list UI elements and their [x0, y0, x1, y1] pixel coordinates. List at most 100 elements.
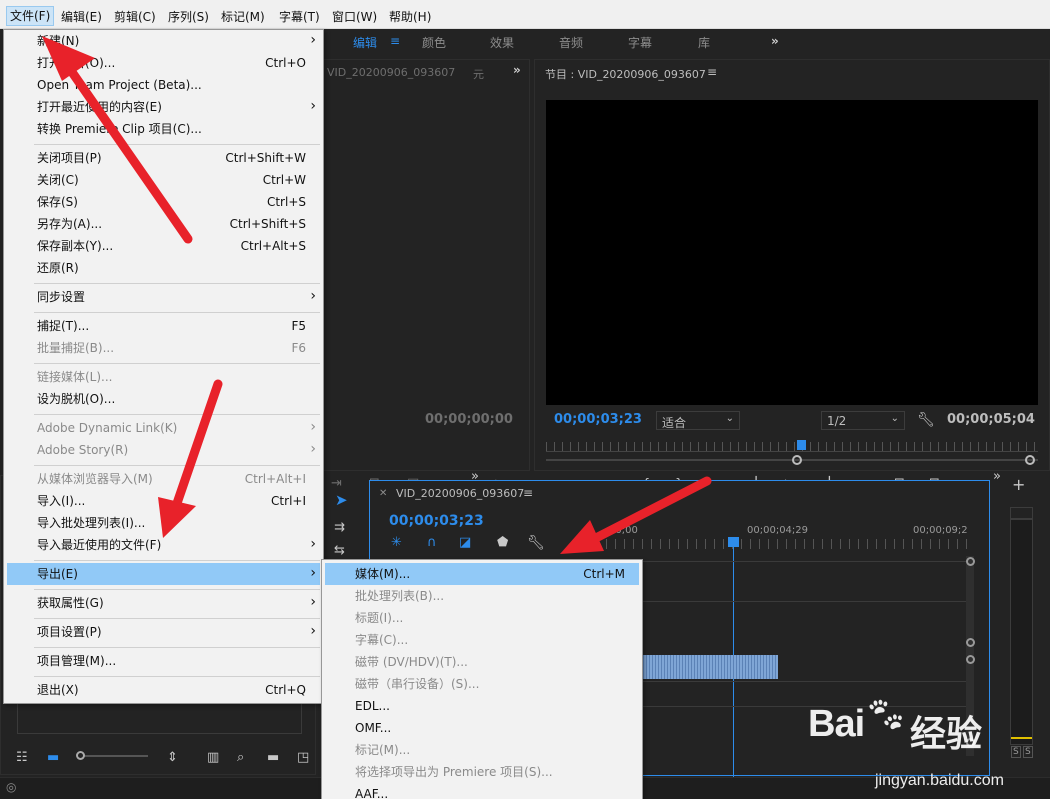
timeline-playhead[interactable]: [728, 537, 739, 547]
export-batch-list[interactable]: 批处理列表(B)...: [325, 585, 639, 607]
scroll-handle-top[interactable]: [966, 557, 975, 566]
program-add-button-icon[interactable]: +: [1012, 477, 1025, 493]
file-menu-make-offline[interactable]: 设为脱机(O)...: [7, 388, 320, 410]
file-menu-sync-settings[interactable]: 同步设置 ›: [7, 286, 320, 308]
timeline-timecode[interactable]: 00;00;03;23: [389, 513, 484, 529]
program-duration-timecode: 00;00;05;04: [947, 412, 1035, 427]
chevron-right-icon: ›: [310, 594, 316, 610]
file-menu-project-settings[interactable]: 项目设置(P) ›: [7, 621, 320, 643]
audio-clip[interactable]: [640, 655, 778, 679]
program-playhead[interactable]: [797, 440, 806, 450]
menu-window[interactable]: 窗口(W): [332, 8, 377, 25]
file-menu-save[interactable]: 保存(S) Ctrl+S: [7, 191, 320, 213]
file-menu-adobe-story[interactable]: Adobe Story(R) ›: [7, 439, 320, 461]
zoom-handle-right[interactable]: [1025, 455, 1035, 465]
timeline-ruler[interactable]: [606, 539, 968, 549]
export-captions[interactable]: 字幕(C)...: [325, 629, 639, 651]
timeline-settings-icon[interactable]: 🔧︎: [527, 536, 545, 550]
fit-dropdown[interactable]: 适合 ⌄: [656, 411, 740, 430]
file-menu-exit[interactable]: 退出(X) Ctrl+Q: [7, 679, 320, 701]
scroll-handle-bottom[interactable]: [966, 638, 975, 647]
linked-selection-icon[interactable]: ◪: [459, 536, 471, 550]
tab-captions[interactable]: 字幕: [628, 34, 652, 51]
program-playhead-timecode[interactable]: 00;00;03;23: [554, 412, 642, 427]
audio-scroll-handle-top[interactable]: [966, 655, 975, 664]
workspace-menu-icon[interactable]: ≡: [390, 34, 400, 48]
solo-right-button[interactable]: S: [1023, 746, 1033, 758]
track-select-icon[interactable]: ⇉: [334, 521, 345, 535]
solo-left-button[interactable]: S: [1011, 746, 1021, 758]
menu-edit[interactable]: 编辑(E): [61, 8, 102, 25]
export-media[interactable]: 媒体(M)... Ctrl+M: [325, 563, 639, 585]
file-menu-import-from-browser[interactable]: 从媒体浏览器导入(M) Ctrl+Alt+I: [7, 468, 320, 490]
menu-file[interactable]: 文件(F): [6, 6, 55, 26]
close-icon[interactable]: ✕: [379, 488, 387, 499]
list-view-icon[interactable]: ☷: [16, 751, 28, 765]
file-menu-batch-capture[interactable]: 批量捕捉(B)... F6: [7, 337, 320, 359]
menu-sequence[interactable]: 序列(S): [168, 8, 209, 25]
tab-color[interactable]: 颜色: [422, 34, 446, 51]
file-menu-dynamic-link[interactable]: Adobe Dynamic Link(K) ›: [7, 417, 320, 439]
file-menu-get-properties[interactable]: 获取属性(G) ›: [7, 592, 320, 614]
file-menu-import-recent[interactable]: 导入最近使用的文件(F) ›: [7, 534, 320, 556]
export-selection-premiere[interactable]: 将选择项导出为 Premiere 项目(S)...: [325, 761, 639, 783]
icon-view-icon[interactable]: ▬: [47, 751, 59, 765]
menu-clip[interactable]: 剪辑(C): [114, 8, 156, 25]
export-edl[interactable]: EDL...: [325, 695, 639, 717]
automate-icon[interactable]: ▥: [207, 751, 219, 765]
timeline-menu-icon[interactable]: ≡: [523, 486, 533, 500]
file-menu-import[interactable]: 导入(I)... Ctrl+I: [7, 490, 320, 512]
menu-marker[interactable]: 标记(M): [221, 8, 265, 25]
export-title[interactable]: 标题(I)...: [325, 607, 639, 629]
wrench-icon[interactable]: 🔧︎: [917, 413, 935, 427]
file-menu-export[interactable]: 导出(E) ›: [7, 563, 320, 585]
file-menu-import-batch-list[interactable]: 导入批处理列表(I)...: [7, 512, 320, 534]
selection-tool-icon[interactable]: ➤: [335, 493, 348, 508]
file-menu-open-team-project[interactable]: Open Team Project (Beta)...: [7, 74, 320, 96]
resolution-dropdown[interactable]: 1/2 ⌄: [821, 411, 905, 430]
new-item-icon[interactable]: ◳: [297, 751, 309, 765]
export-omf[interactable]: OMF...: [325, 717, 639, 739]
menu-title[interactable]: 字幕(T): [279, 8, 320, 25]
menu-help[interactable]: 帮助(H): [389, 8, 431, 25]
zoom-slider[interactable]: [78, 755, 148, 757]
more-workspaces-icon[interactable]: »: [771, 34, 779, 48]
program-panel-menu-icon[interactable]: ≡: [707, 65, 717, 79]
tab-edit[interactable]: 编辑: [353, 34, 377, 51]
file-menu-open-project[interactable]: 打开项目(O)... Ctrl+O: [7, 52, 320, 74]
sort-icon[interactable]: ⇕: [167, 751, 178, 765]
nest-icon[interactable]: ✳: [391, 536, 402, 550]
search-icon[interactable]: ⌕: [237, 751, 244, 765]
tab-libraries[interactable]: 库: [698, 34, 710, 51]
file-menu-capture[interactable]: 捕捉(T)... F5: [7, 315, 320, 337]
source-more-icon[interactable]: »: [513, 63, 521, 77]
zoom-slider-handle[interactable]: [76, 751, 85, 760]
file-menu-revert[interactable]: 还原(R): [7, 257, 320, 279]
zoom-handle-left[interactable]: [792, 455, 802, 465]
export-aaf[interactable]: AAF...: [325, 783, 639, 799]
program-ruler[interactable]: [546, 442, 1038, 452]
file-menu-convert-clip[interactable]: 转换 Premiere Clip 项目(C)...: [7, 118, 320, 140]
program-monitor-video[interactable]: [546, 100, 1038, 405]
tab-audio[interactable]: 音频: [559, 34, 583, 51]
program-overflow-icon[interactable]: »: [993, 470, 1001, 484]
file-menu-open-recent[interactable]: 打开最近使用的内容(E) ›: [7, 96, 320, 118]
file-menu-project-manager[interactable]: 项目管理(M)...: [7, 650, 320, 672]
export-markers[interactable]: 标记(M)...: [325, 739, 639, 761]
new-bin-icon[interactable]: ▬: [267, 751, 279, 765]
export-tape-dv[interactable]: 磁带 (DV/HDV)(T)...: [325, 651, 639, 673]
snap-icon[interactable]: ∩: [427, 536, 437, 550]
file-menu-save-copy[interactable]: 保存副本(Y)... Ctrl+Alt+S: [7, 235, 320, 257]
file-menu-close[interactable]: 关闭(C) Ctrl+W: [7, 169, 320, 191]
add-marker-icon[interactable]: ⬟: [497, 536, 508, 550]
file-menu-save-as[interactable]: 另存为(A)... Ctrl+Shift+S: [7, 213, 320, 235]
project-bin-area[interactable]: [17, 702, 302, 734]
ripple-edit-icon[interactable]: ⇆: [334, 544, 345, 558]
tab-effects[interactable]: 效果: [490, 34, 514, 51]
file-menu-close-project[interactable]: 关闭项目(P) Ctrl+Shift+W: [7, 147, 320, 169]
chevron-down-icon: ⌄: [725, 413, 734, 424]
file-menu-link-media[interactable]: 链接媒体(L)...: [7, 366, 320, 388]
timeline-title: VID_20200906_093607: [396, 487, 525, 500]
file-menu-new[interactable]: 新建(N) ›: [7, 30, 320, 52]
export-tape-serial[interactable]: 磁带（串行设备）(S)...: [325, 673, 639, 695]
